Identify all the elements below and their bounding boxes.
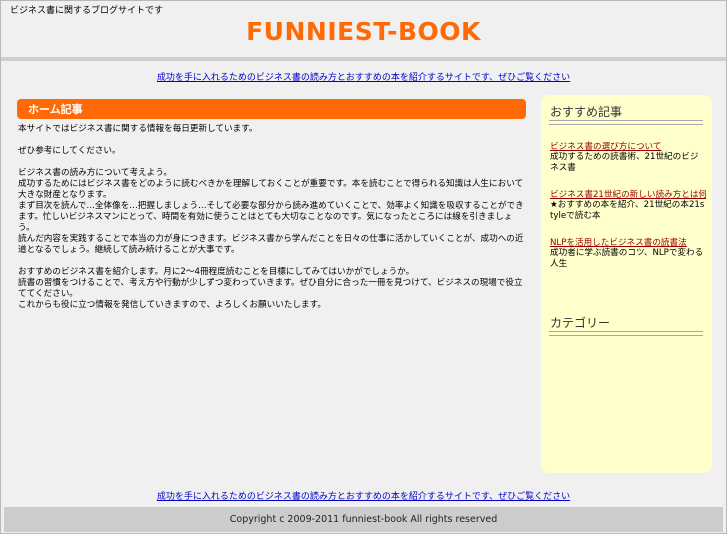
sidebar-item-desc: 成功者に学ぶ読書のコツ、NLPで変わる人生	[550, 248, 704, 269]
sidebar: おすすめ記事 ビジネス書の選び方について 成功するための読書術、21世紀のビジネ…	[541, 95, 712, 473]
sidebar-item: NLPを活用したビジネス書の読書法 成功者に学ぶ読書のコツ、NLPで変わる人生	[550, 236, 706, 270]
sidebar-item-desc: ★おすすめの本を紹介、21世紀の本21styleで読む本	[550, 200, 705, 221]
article-body: 本サイトではビジネス書に関する情報を毎日更新しています。 ぜひ参考にしてください…	[18, 124, 526, 322]
sidebar-item: ビジネス書21世紀の新しい読み方とは何か ★おすすめの本を紹介、21世紀の本21…	[550, 188, 706, 222]
site-tagline: ビジネス書に関するブログサイトです	[10, 6, 164, 16]
sidebar-item: ビジネス書の選び方について 成功するための読書術、21世紀のビジネス書	[550, 140, 706, 174]
sidebar-list: ビジネス書の選び方について 成功するための読書術、21世紀のビジネス書 ビジネス…	[550, 140, 706, 284]
article-paragraph: 本サイトではビジネス書に関する情報を毎日更新しています。	[18, 124, 258, 134]
section-title: ホーム記事	[28, 103, 83, 116]
sidebar-divider	[549, 120, 703, 125]
section-title-bar: ホーム記事	[17, 99, 526, 119]
sidebar-item-desc: 成功するための読書術、21世紀のビジネス書	[550, 152, 699, 173]
article-paragraph: ビジネス書の読み方について考えよう。 成功するためにはビジネス書をどのように読む…	[18, 168, 524, 255]
top-banner-link[interactable]: 成功を手に入れるためのビジネス書の読み方とおすすめの本を紹介するサイトです、ぜひ…	[1, 70, 726, 83]
sidebar-heading-category: カテゴリー	[550, 316, 611, 330]
site-header: ビジネス書に関するブログサイトです FUNNIEST-BOOK	[1, 1, 726, 57]
page-frame: ビジネス書に関するブログサイトです FUNNIEST-BOOK 成功を手に入れる…	[0, 0, 727, 534]
sidebar-heading-recommended: おすすめ記事	[550, 105, 623, 119]
footer-copyright: Copyright c 2009-2011 funniest-book All …	[4, 507, 723, 532]
sidebar-item-link[interactable]: ビジネス書の選び方について	[550, 140, 706, 152]
bottom-banner-link[interactable]: 成功を手に入れるためのビジネス書の読み方とおすすめの本を紹介するサイトです、ぜひ…	[1, 489, 726, 502]
article-paragraph: ぜひ参考にしてください。	[18, 146, 121, 156]
site-title[interactable]: FUNNIEST-BOOK	[1, 17, 726, 46]
article-paragraph: おすすめのビジネス書を紹介します。月に2～4冊程度読むことを目標にしてみてはいか…	[18, 267, 523, 310]
sidebar-item-link[interactable]: ビジネス書21世紀の新しい読み方とは何か	[550, 188, 706, 200]
sidebar-divider	[549, 331, 703, 336]
sidebar-item-link[interactable]: NLPを活用したビジネス書の読書法	[550, 236, 706, 248]
header-divider	[1, 57, 726, 61]
